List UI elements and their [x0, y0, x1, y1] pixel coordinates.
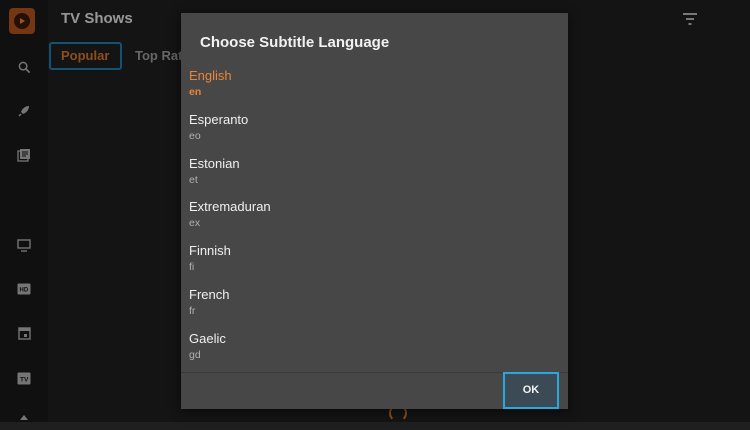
language-item-english[interactable]: English en: [181, 65, 568, 109]
language-code: fr: [189, 304, 196, 317]
language-item-extremaduran[interactable]: Extremaduran ex: [181, 196, 568, 240]
language-name: Finnish: [189, 243, 231, 259]
language-name: English: [189, 68, 232, 83]
dialog-title: Choose Subtitle Language: [200, 34, 390, 51]
language-code: gd: [189, 348, 201, 361]
subtitle-language-dialog: Choose Subtitle Language English en Espe…: [181, 13, 568, 409]
language-name: Extremaduran: [189, 199, 271, 215]
ok-button[interactable]: OK: [503, 372, 559, 409]
language-item-estonian[interactable]: Estonian et: [181, 153, 568, 197]
language-code: et: [189, 173, 198, 186]
language-code: en: [189, 86, 202, 98]
language-name: Estonian: [189, 155, 240, 171]
language-list: English en Esperanto eo Estonian et Extr…: [181, 65, 568, 372]
language-code: fi: [189, 261, 195, 274]
language-name: Esperanto: [189, 111, 249, 127]
language-code: ex: [189, 217, 201, 230]
language-name: French: [189, 286, 230, 302]
language-item-gaelic[interactable]: Gaelic gd: [181, 328, 568, 372]
language-item-finnish[interactable]: Finnish fi: [181, 240, 568, 284]
language-code: eo: [189, 129, 201, 142]
language-item-esperanto[interactable]: Esperanto eo: [181, 109, 568, 153]
language-name: Gaelic: [189, 330, 226, 346]
language-item-french[interactable]: French fr: [181, 284, 568, 328]
